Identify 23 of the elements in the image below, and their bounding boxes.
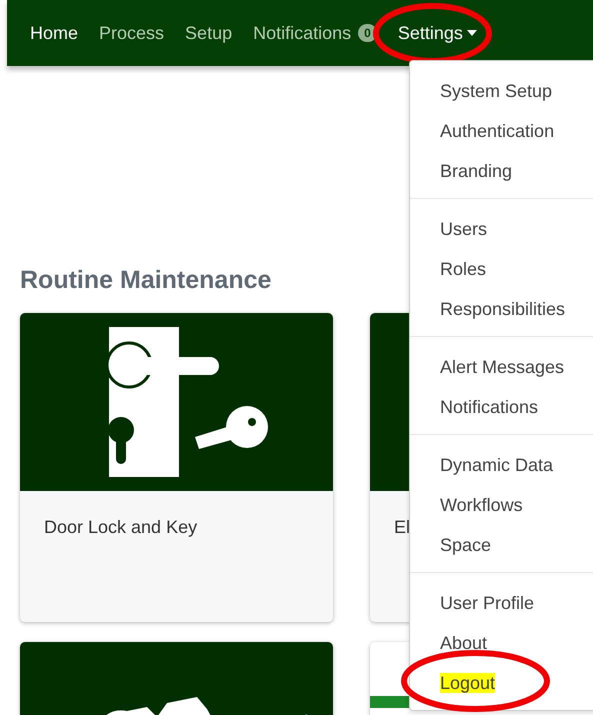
menu-item[interactable]: About (410, 623, 593, 663)
menu-item[interactable]: Dynamic Data (410, 445, 593, 485)
nav-link[interactable]: Setup (185, 22, 232, 44)
menu-item[interactable]: User Profile (410, 583, 593, 623)
menu-item[interactable]: Workflows (410, 485, 593, 525)
menu-item[interactable]: System Setup (410, 71, 593, 111)
card-title: El (394, 517, 410, 538)
menu-item[interactable]: Branding (410, 151, 593, 191)
menu-item[interactable]: Authentication (410, 111, 593, 151)
nav-link[interactable]: Process (99, 22, 164, 44)
nav-link[interactable]: Home (30, 22, 78, 44)
nav-link[interactable]: Notifications 0 (253, 22, 377, 44)
menu-item[interactable]: Logout (410, 663, 593, 703)
nav-link[interactable]: Settings (398, 22, 477, 44)
menu-item[interactable]: Space (410, 525, 593, 565)
page-heading: Routine Maintenance (20, 266, 272, 295)
menu-item[interactable]: Roles (410, 249, 593, 289)
menu-item[interactable]: Users (410, 209, 593, 249)
card-title: Door Lock and Key (44, 517, 198, 538)
menu-item[interactable]: Alert Messages (410, 347, 593, 387)
menu-item[interactable]: Responsibilities (410, 289, 593, 329)
menu-item[interactable]: Notifications (410, 387, 593, 427)
tile-card[interactable]: Door Lock and Key (20, 313, 333, 622)
